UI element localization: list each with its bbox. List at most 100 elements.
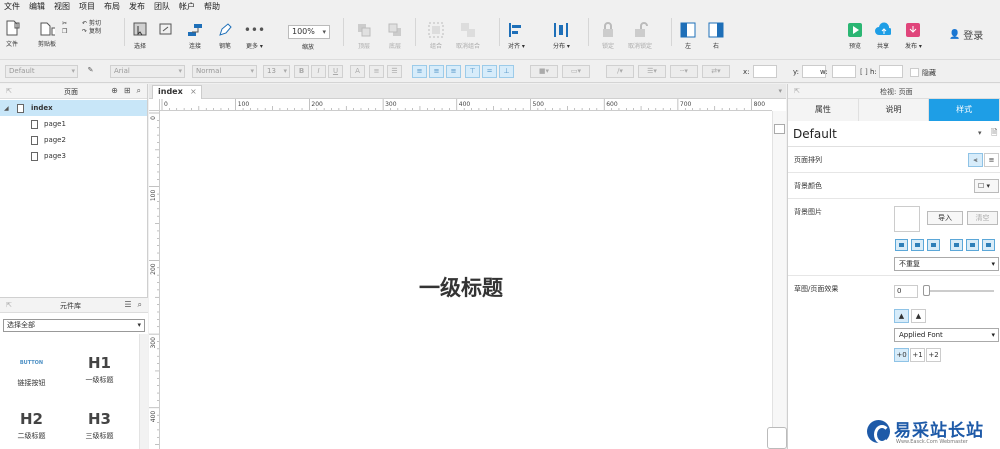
expand-triangle-icon[interactable]: ◢ xyxy=(4,105,9,112)
file-button[interactable]: 文件 xyxy=(4,20,20,48)
menu-team[interactable]: 团队 xyxy=(154,1,170,12)
canvas-heading-widget[interactable]: 一级标题 xyxy=(419,272,503,302)
bg-repeat-select[interactable]: 不重复 xyxy=(894,257,999,271)
menu-icon[interactable]: ☰ xyxy=(124,300,131,310)
valign-bottom-button[interactable]: ⊥ xyxy=(499,65,514,78)
connect-tool-button[interactable]: · xyxy=(158,22,174,48)
bg-pos-center-icon[interactable] xyxy=(966,239,979,251)
page-style-name[interactable]: Default xyxy=(793,127,837,141)
hidden-checkbox[interactable] xyxy=(910,68,919,77)
list-icon[interactable]: ≡ xyxy=(369,65,384,78)
chevron-down-icon[interactable]: ▾ xyxy=(778,87,782,95)
sketch-input[interactable]: 0 xyxy=(894,285,918,298)
minimap-icon[interactable] xyxy=(767,427,787,449)
widget-h1[interactable]: H1 一级标题 xyxy=(72,354,127,385)
ungroup-button[interactable]: 取消组合 xyxy=(456,22,480,50)
library-scrollbar[interactable] xyxy=(139,334,148,449)
bg-color-picker[interactable]: ☐ ▾ xyxy=(974,179,999,193)
horizontal-ruler[interactable]: 0 100 200 300 400 500 600 700 800 xyxy=(160,99,772,111)
italic-button[interactable]: I xyxy=(311,65,326,78)
sketch-slider-track[interactable] xyxy=(926,290,994,292)
font-step-2[interactable]: +2 xyxy=(926,348,941,362)
link-ratio-icon[interactable]: [ ] xyxy=(860,68,868,76)
grayscale-image-icon[interactable]: ▲ xyxy=(911,309,926,323)
widget-h3[interactable]: H3 三级标题 xyxy=(72,410,127,441)
bring-to-top-button[interactable]: 顶层 xyxy=(356,22,372,50)
page-tree-item-page2[interactable]: page2 xyxy=(0,132,147,148)
page-align-center-icon[interactable]: ≡ xyxy=(984,153,999,167)
align-button[interactable]: 对齐 ▾ xyxy=(508,22,525,50)
undo-button[interactable]: ↶ 剪切 xyxy=(82,20,101,28)
menu-layout[interactable]: 布局 xyxy=(104,1,120,12)
tab-index[interactable]: index × xyxy=(152,85,202,99)
menu-help[interactable]: 帮助 xyxy=(204,1,220,12)
clear-button[interactable]: 清空 xyxy=(967,211,998,225)
search-icon[interactable]: ⌕ xyxy=(138,300,142,310)
clipboard-button[interactable]: 剪贴板 xyxy=(38,20,56,48)
cut-button[interactable]: ✂ xyxy=(62,20,67,28)
library-select[interactable]: 选择全部 xyxy=(3,319,145,332)
edit-style-icon[interactable]: 🗎 xyxy=(991,127,997,141)
canvas-scrollbar[interactable] xyxy=(767,111,787,449)
align-left-text-button[interactable]: ≡ xyxy=(412,65,427,78)
right-panel-toggle-button[interactable]: 右 xyxy=(708,22,724,50)
bold-button[interactable]: B xyxy=(294,65,309,78)
font-size-select[interactable]: 13 xyxy=(263,65,290,78)
valign-middle-button[interactable]: = xyxy=(482,65,497,78)
copy-button[interactable]: ❐ xyxy=(62,28,67,36)
font-family-select[interactable]: Applied Font xyxy=(894,328,999,342)
bg-pos-top-center-icon[interactable] xyxy=(911,239,924,251)
align-right-text-button[interactable]: ≡ xyxy=(446,65,461,78)
style-edit-icon[interactable]: ✎ xyxy=(83,65,98,78)
share-button[interactable]: 共享 xyxy=(875,22,891,50)
font-step-0[interactable]: +0 xyxy=(894,348,909,362)
left-panel-toggle-button[interactable]: 左 xyxy=(680,22,696,50)
publish-button[interactable]: 发布 ▾ xyxy=(905,22,922,50)
send-to-bottom-button[interactable]: 底层 xyxy=(387,22,403,50)
font-weight-select[interactable]: Normal xyxy=(192,65,257,78)
distribute-button[interactable]: 分布 ▾ xyxy=(553,22,570,50)
color-image-icon[interactable]: ▲ xyxy=(894,309,909,323)
connector-tool-button[interactable]: 连接 xyxy=(187,22,203,50)
lock-button[interactable]: 锁定 xyxy=(600,22,616,50)
page-tree-item-page3[interactable]: page3 xyxy=(0,148,147,164)
menu-publish[interactable]: 发布 xyxy=(129,1,145,12)
close-icon[interactable]: × xyxy=(190,86,197,98)
font-step-1[interactable]: +1 xyxy=(910,348,925,362)
style-select[interactable]: Default xyxy=(5,65,78,78)
text-color-icon[interactable]: A xyxy=(350,65,365,78)
underline-button[interactable]: U xyxy=(328,65,343,78)
unlock-button[interactable]: 取消锁定 xyxy=(628,22,652,50)
tab-notes[interactable]: 说明 xyxy=(858,99,930,121)
tab-properties[interactable]: 属性 xyxy=(788,99,859,121)
fill-color-icon[interactable]: ■▾ xyxy=(530,65,558,78)
chevron-down-icon[interactable]: ▾ xyxy=(978,129,982,137)
widget-h2[interactable]: H2 二级标题 xyxy=(4,410,59,441)
add-page-icon[interactable]: ⊕ xyxy=(111,86,118,96)
page-align-left-icon[interactable]: ⫷ xyxy=(968,153,983,167)
bullet-icon[interactable]: ☰ xyxy=(387,65,402,78)
pen-tool-button[interactable]: 钢笔 xyxy=(217,22,233,50)
vertical-ruler[interactable]: 0 100 200 300 400 xyxy=(149,111,160,449)
valign-top-button[interactable]: ⊤ xyxy=(465,65,480,78)
menu-project[interactable]: 项目 xyxy=(79,1,95,12)
line-color-icon[interactable]: ∕▾ xyxy=(606,65,634,78)
line-width-icon[interactable]: ☰▾ xyxy=(638,65,666,78)
page-tree-item-page1[interactable]: page1 xyxy=(0,116,147,132)
bg-image-preview[interactable] xyxy=(894,206,920,232)
widget-link-button[interactable]: BUTTON 链接按钮 xyxy=(4,360,59,388)
height-input[interactable] xyxy=(879,65,903,78)
zoom-select[interactable]: 100% xyxy=(288,25,330,39)
width-input[interactable] xyxy=(832,65,856,78)
group-button[interactable]: 组合 xyxy=(428,22,444,50)
bg-pos-left-icon[interactable] xyxy=(950,239,963,251)
search-icon[interactable]: ⌕ xyxy=(137,86,141,96)
arrow-style-icon[interactable]: ⇄▾ xyxy=(702,65,730,78)
bg-pos-top-left-icon[interactable] xyxy=(895,239,908,251)
menu-view[interactable]: 视图 xyxy=(54,1,70,12)
add-folder-icon[interactable]: ⊞ xyxy=(124,86,131,96)
shadow-icon[interactable]: ▭▾ xyxy=(562,65,590,78)
bg-pos-top-right-icon[interactable] xyxy=(927,239,940,251)
font-select[interactable]: Arial xyxy=(110,65,185,78)
more-tools-button[interactable]: ••• 更多 ▾ xyxy=(244,22,265,50)
